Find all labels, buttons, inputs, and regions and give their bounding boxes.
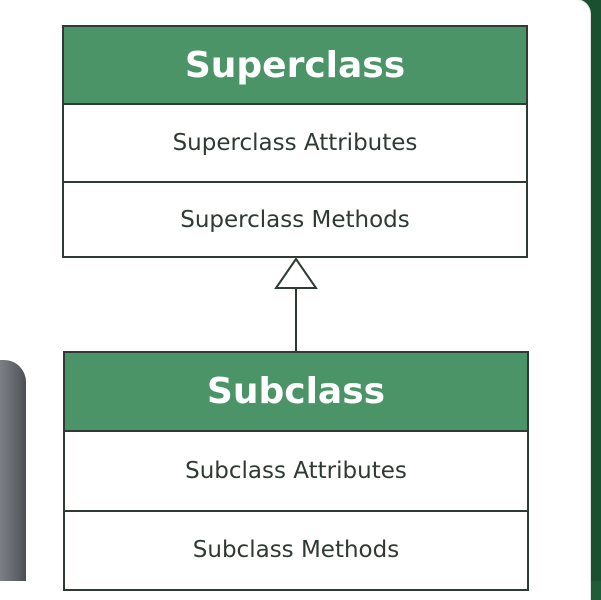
presenter-silhouette [0, 360, 26, 581]
subclass-name: Subclass [65, 353, 527, 432]
subclass-methods: Subclass Methods [65, 510, 527, 588]
subclass-attributes: Subclass Attributes [185, 458, 407, 484]
subclass-box: Subclass Subclass Attributes Subclass Me… [63, 351, 529, 591]
inheritance-arrowhead-icon [274, 257, 318, 289]
